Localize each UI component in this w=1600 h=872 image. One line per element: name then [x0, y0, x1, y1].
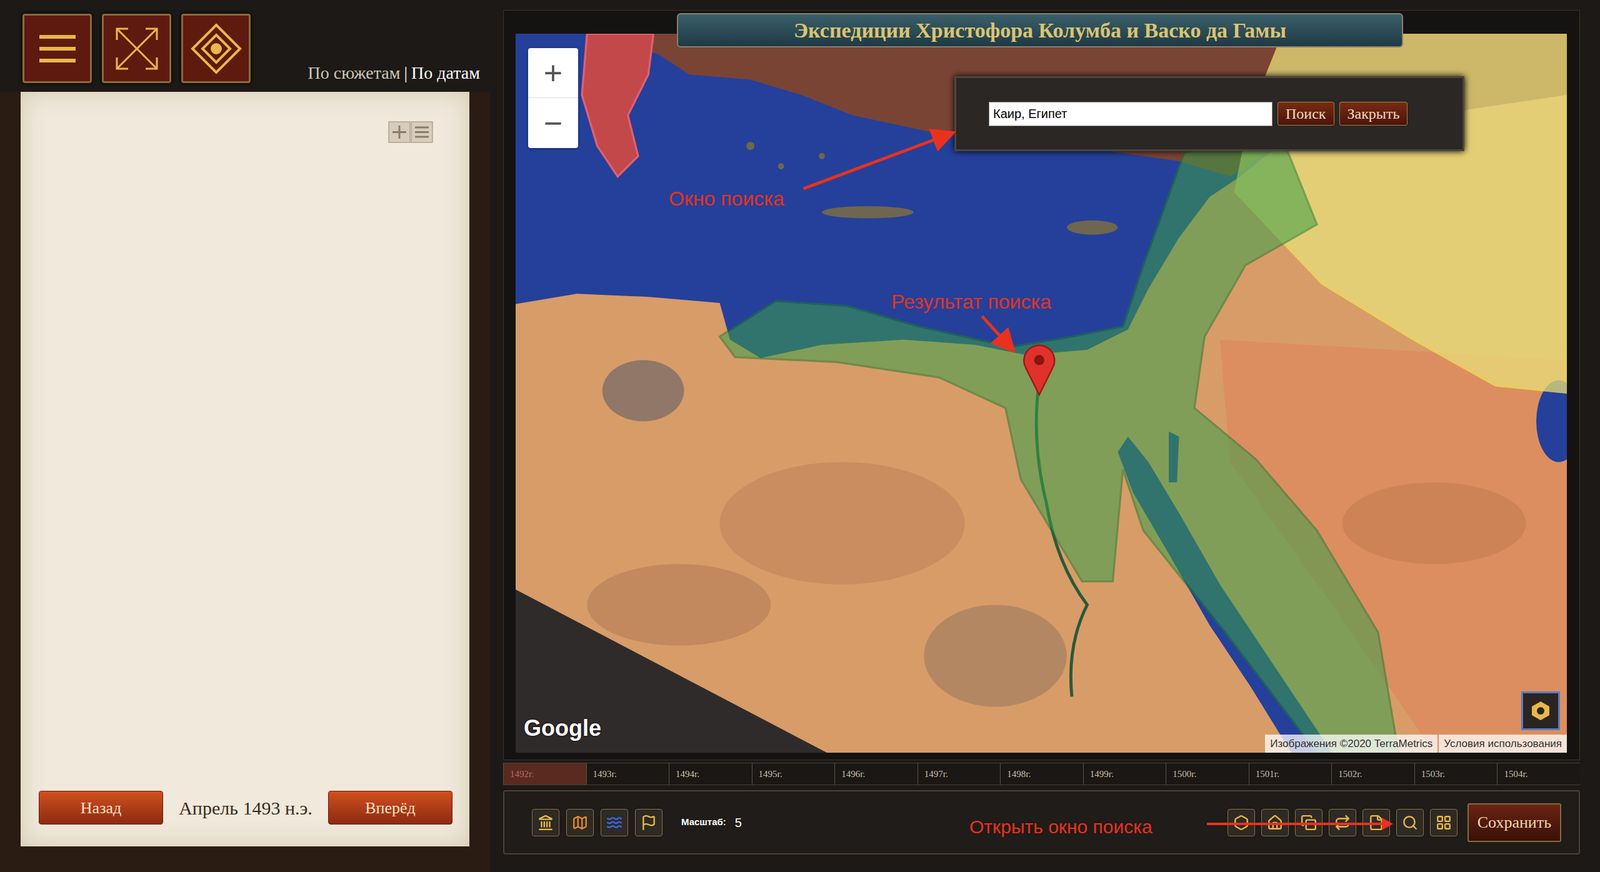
- view-tab[interactable]: По датам: [411, 60, 480, 87]
- marker-pin-icon[interactable]: [1023, 345, 1055, 395]
- plus-list-icon: [388, 121, 434, 144]
- current-date: Апрель 1493 н.э.: [178, 794, 313, 823]
- attribution-bar: Изображения ©2020 TerraMetricsУсловия ис…: [1265, 735, 1567, 754]
- timeline-year[interactable]: 1495г.: [751, 763, 835, 785]
- timeline-year[interactable]: 1502г.: [1331, 763, 1415, 785]
- back-button[interactable]: Назад: [38, 791, 164, 825]
- search-input[interactable]: [988, 101, 1273, 127]
- swap-button[interactable]: [1328, 809, 1357, 837]
- territory-layer-button[interactable]: [566, 809, 594, 837]
- paper-panel: Назад Апрель 1493 н.э. Вперёд: [20, 91, 470, 847]
- timeline-year[interactable]: 1497г.: [917, 763, 1001, 785]
- timeline-year[interactable]: 1499г.: [1083, 763, 1167, 785]
- search-button[interactable]: Поиск: [1277, 101, 1335, 126]
- timeline-year[interactable]: 1496г.: [834, 763, 918, 785]
- view-tab[interactable]: По сюжетам: [307, 60, 400, 87]
- save-button[interactable]: Сохранить: [1467, 803, 1562, 843]
- date-navigation: Назад Апрель 1493 н.э. Вперёд: [20, 791, 470, 847]
- home-button-icon: [1266, 815, 1284, 832]
- map-frame: Экспедиции Христофора Колумба и Васко да…: [503, 10, 1580, 761]
- timeline[interactable]: 1492г.1493г.1494г.1495г.1496г.1497г.1498…: [503, 763, 1580, 786]
- search-window: ПоискЗакрыть: [954, 76, 1465, 152]
- timeline-year[interactable]: 1504г.: [1496, 763, 1580, 785]
- toolbar: Масштаб: 5 Сохранить Открыть окно поиска: [503, 790, 1580, 855]
- menu-button[interactable]: [22, 13, 92, 84]
- hexagon-icon: [1530, 700, 1552, 722]
- forward-button[interactable]: Вперёд: [328, 791, 453, 825]
- tab-separator: |: [403, 60, 408, 87]
- zoom-control: +−: [528, 48, 579, 149]
- scale-value: 5: [735, 813, 742, 833]
- timeline-year[interactable]: 1501г.: [1248, 763, 1332, 785]
- campaign-layer-button[interactable]: [635, 809, 663, 837]
- river-layer-button[interactable]: [600, 809, 629, 837]
- home-button[interactable]: [1261, 809, 1289, 837]
- app: По сюжетам|По датам Назад Апрель 1493 н.э.…: [0, 0, 1600, 872]
- close-button[interactable]: Закрыть: [1339, 101, 1409, 126]
- layer-toggle-button[interactable]: [1521, 691, 1560, 731]
- center-button-icon: [1233, 815, 1250, 832]
- timeline-year[interactable]: 1500г.: [1165, 763, 1249, 785]
- timeline-year[interactable]: 1498г.: [1000, 763, 1084, 785]
- timeline-year[interactable]: 1494г.: [668, 763, 752, 785]
- culture-layer-button-icon: [537, 815, 554, 832]
- grid-button[interactable]: [1430, 809, 1458, 837]
- diamond-icon: [190, 22, 243, 75]
- map[interactable]: +− ПоискЗакрыть Окно поиска Результат поиск…: [515, 33, 1567, 754]
- zoom-out-button[interactable]: −: [528, 98, 579, 149]
- expand-icon: [111, 23, 162, 74]
- search-open-button[interactable]: [1396, 809, 1424, 837]
- terms-link[interactable]: Условия использования: [1438, 735, 1567, 754]
- timeline-year[interactable]: 1493г.: [586, 763, 670, 785]
- search-open-button-icon: [1401, 815, 1419, 832]
- annotation-label: Окно поиска: [668, 183, 785, 214]
- expand-collapse-button[interactable]: [388, 121, 434, 144]
- center-button[interactable]: [1227, 809, 1255, 837]
- sidebar-header: По сюжетам|По датам: [0, 0, 490, 92]
- territory-layer-button-icon: [571, 815, 589, 832]
- toolbar-annotation: Открыть окно поиска: [969, 813, 1153, 842]
- copy-button[interactable]: [1295, 809, 1323, 837]
- view-button[interactable]: [181, 13, 251, 84]
- swap-button-icon: [1334, 815, 1351, 832]
- timeline-year[interactable]: 1492г.: [503, 763, 587, 785]
- scale-label: Масштаб:: [681, 815, 727, 830]
- grid-button-icon: [1435, 815, 1452, 832]
- copy-button-icon: [1300, 815, 1317, 832]
- view-tabs: По сюжетам|По датам: [307, 60, 480, 87]
- google-logo: Google: [523, 711, 602, 746]
- document-button-icon: [1368, 815, 1385, 832]
- river-layer-button-icon: [606, 815, 623, 832]
- annotation-arrow-icon: [1206, 816, 1395, 832]
- timeline-year[interactable]: 1503г.: [1414, 763, 1498, 785]
- zoom-in-button[interactable]: +: [528, 48, 579, 99]
- annotation-label: Результат поиска: [891, 286, 1052, 317]
- fullscreen-button[interactable]: [101, 13, 172, 84]
- attribution: Изображения ©2020 TerraMetrics: [1265, 735, 1438, 754]
- campaign-layer-button-icon: [640, 815, 657, 832]
- culture-layer-button[interactable]: [531, 809, 560, 837]
- sidebar: По сюжетам|По датам Назад Апрель 1493 н.э.…: [0, 0, 490, 872]
- map-title: Экспедиции Христофора Колумба и Васко да…: [676, 13, 1404, 48]
- annotation-arrows: [515, 33, 1567, 754]
- menu-icon: [38, 32, 77, 65]
